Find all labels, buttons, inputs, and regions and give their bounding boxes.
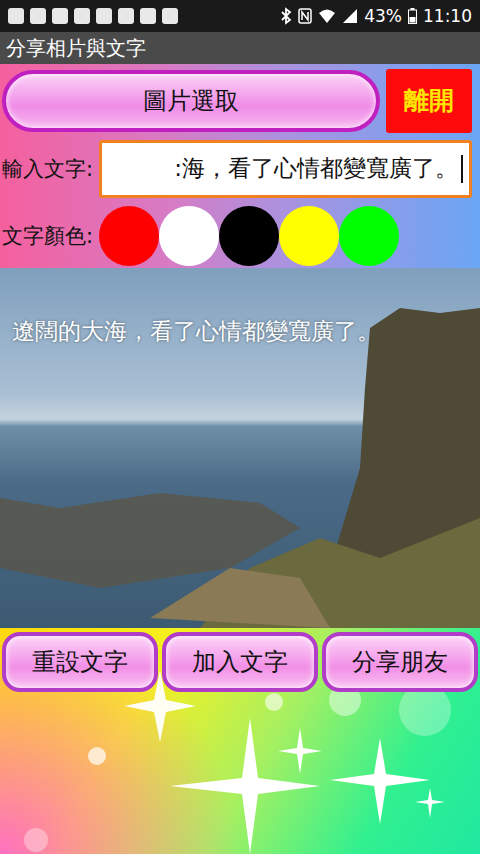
notification-icons — [8, 8, 178, 24]
color-swatch[interactable] — [159, 206, 219, 266]
photo-caption: 遼闊的大海，看了心情都變寬廣了。 — [12, 316, 380, 347]
notification-icon — [140, 8, 156, 24]
text-label: 輸入文字: — [2, 155, 93, 183]
notification-icon — [8, 8, 24, 24]
photo-preview: 遼闊的大海，看了心情都變寬廣了。 — [0, 268, 480, 628]
share-button[interactable]: 分享朋友 — [322, 632, 478, 692]
battery-level: 43% — [364, 6, 402, 26]
add-text-button[interactable]: 加入文字 — [162, 632, 318, 692]
notification-icon — [74, 8, 90, 24]
notification-icon — [96, 8, 112, 24]
text-cursor — [461, 155, 463, 183]
color-swatch[interactable] — [99, 206, 159, 266]
battery-icon — [408, 8, 417, 24]
color-label: 文字顏色: — [2, 222, 93, 250]
clock: 11:10 — [423, 6, 472, 26]
status-bar: 43% 11:10 — [0, 0, 480, 32]
reset-text-button[interactable]: 重設文字 — [2, 632, 158, 692]
button-row: 重設文字加入文字分享朋友 — [0, 628, 480, 696]
signal-icon — [342, 8, 358, 24]
color-row: 文字顏色: — [2, 205, 472, 268]
color-swatch[interactable] — [339, 206, 399, 266]
wifi-icon — [318, 8, 336, 24]
nfc-icon — [298, 8, 312, 24]
color-swatch[interactable] — [219, 206, 279, 266]
bluetooth-icon — [280, 7, 292, 25]
action-row: 圖片選取離開 — [2, 68, 472, 133]
status-right: 43% 11:10 — [280, 6, 472, 26]
exit-button[interactable]: 離開 — [386, 69, 472, 133]
text-input[interactable]: :海，看了心情都變寬廣了。 — [99, 140, 472, 198]
input-row: 輸入文字: :海，看了心情都變寬廣了。 — [2, 137, 472, 200]
notification-icon — [30, 8, 46, 24]
pick-image-button[interactable]: 圖片選取 — [2, 70, 380, 132]
app-title: 分享相片與文字 — [6, 35, 146, 62]
notification-icon — [52, 8, 68, 24]
notification-icon — [118, 8, 134, 24]
bottom-panel: 重設文字加入文字分享朋友 — [0, 628, 480, 854]
input-value: :海，看了心情都變寬廣了。 — [174, 153, 458, 184]
color-swatch[interactable] — [279, 206, 339, 266]
control-panel: 圖片選取離開輸入文字: :海，看了心情都變寬廣了。文字顏色: — [0, 64, 480, 268]
title-bar: 分享相片與文字 — [0, 32, 480, 64]
notification-icon — [162, 8, 178, 24]
